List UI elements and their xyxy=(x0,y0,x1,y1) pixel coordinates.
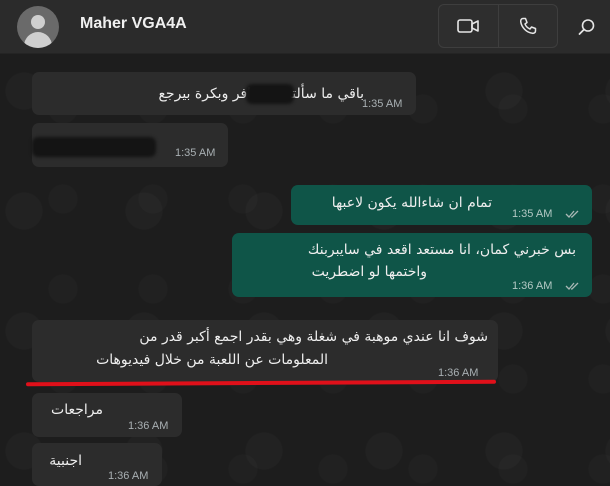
read-ticks-icon xyxy=(565,210,579,218)
avatar-head-shape xyxy=(31,15,45,29)
contact-avatar[interactable] xyxy=(17,6,59,48)
message-bubble-outgoing[interactable]: تمام ان شاءالله يكون لاعبها 1:35 AM xyxy=(291,185,592,225)
read-ticks-icon xyxy=(565,282,579,290)
message-bubble-incoming[interactable]: اجنبية 1:36 AM xyxy=(32,443,162,486)
chat-header: Maher VGA4A xyxy=(0,0,610,54)
phone-icon xyxy=(519,17,536,35)
voice-call-button[interactable] xyxy=(497,5,558,47)
contact-name[interactable]: Maher VGA4A xyxy=(80,15,187,33)
message-time: 1:36 AM xyxy=(512,280,553,292)
message-time: 1:36 AM xyxy=(128,420,169,432)
redaction-mark xyxy=(32,137,156,157)
message-list[interactable]: باقي ما سألته.. مسافر وبكرة بيرجع 1:35 A… xyxy=(0,55,610,486)
message-bubble-incoming[interactable]: 1:35 AM xyxy=(32,123,228,167)
message-text-line2: واختمها لو اضطريت xyxy=(311,264,427,280)
message-text: تمام ان شاءالله يكون لاعبها xyxy=(331,195,492,211)
message-bubble-incoming[interactable]: باقي ما سألته.. مسافر وبكرة بيرجع 1:35 A… xyxy=(32,72,416,115)
call-button-group xyxy=(438,4,558,48)
message-text-line2: المعلومات عن اللعبة من خلال فيديوهات xyxy=(96,352,328,368)
message-time: 1:35 AM xyxy=(362,98,403,110)
message-time: 1:36 AM xyxy=(438,367,479,379)
redaction-mark xyxy=(246,84,294,104)
search-icon xyxy=(578,19,595,35)
message-time: 1:36 AM xyxy=(108,470,149,482)
message-bubble-outgoing[interactable]: بس خبرني كمان، انا مستعد اقعد في سايبربن… xyxy=(232,233,592,297)
video-call-button[interactable] xyxy=(439,5,498,47)
message-bubble-incoming[interactable]: مراجعات 1:36 AM xyxy=(32,393,182,437)
message-text-line1: بس خبرني كمان، انا مستعد اقعد في سايبربن… xyxy=(307,242,576,258)
message-time: 1:35 AM xyxy=(512,208,553,220)
search-button[interactable] xyxy=(574,14,600,40)
video-camera-icon xyxy=(457,19,480,33)
message-text-line1: شوف انا عندي موهبة في شغلة وهي بقدر اجمع… xyxy=(139,329,488,345)
message-time: 1:35 AM xyxy=(175,147,216,159)
message-text: مراجعات xyxy=(51,402,103,418)
message-bubble-incoming[interactable]: شوف انا عندي موهبة في شغلة وهي بقدر اجمع… xyxy=(32,320,498,382)
avatar-shoulders-shape xyxy=(24,32,52,48)
message-text: اجنبية xyxy=(49,453,82,469)
